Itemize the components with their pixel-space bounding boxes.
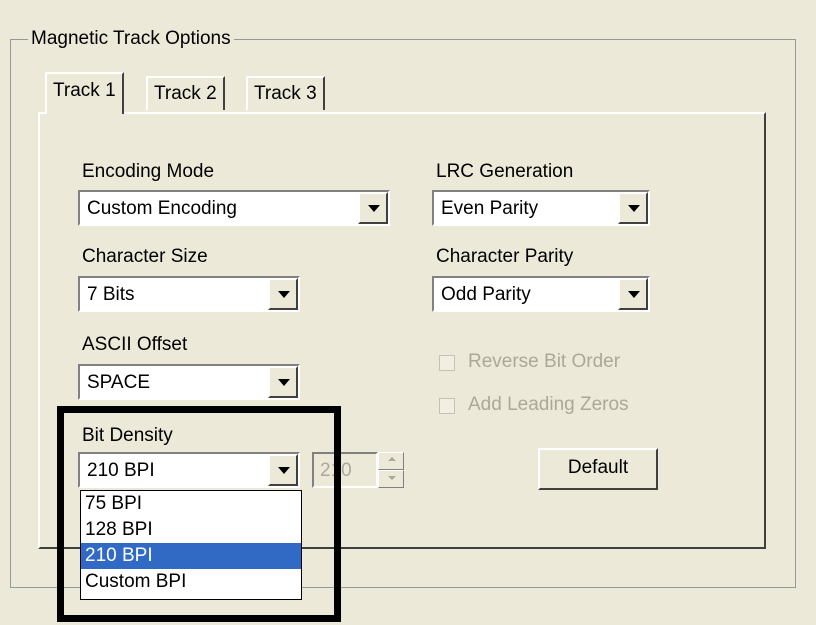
bit-density-dropdown-button[interactable] [268,454,298,486]
chevron-down-icon [278,467,290,474]
bit-density-value: 210 BPI [87,460,155,481]
reverse-bit-order-label: Reverse Bit Order [468,351,621,372]
default-button[interactable]: Default [538,448,658,490]
bpi-spinner-buttons[interactable] [378,452,404,488]
arrow-down-icon [388,476,396,480]
character-size-dropdown-button[interactable] [268,278,298,310]
arrow-up-icon [388,457,396,461]
bit-density-label: Bit Density [82,425,173,446]
group-title: Magnetic Track Options [28,26,234,52]
chevron-down-icon [278,291,290,298]
add-leading-zeros-checkbox[interactable] [439,398,455,414]
chevron-down-icon [628,205,640,212]
encoding-mode-dropdown-button[interactable] [358,192,388,224]
encoding-mode-combo[interactable]: Custom Encoding [78,190,390,226]
spin-down-button[interactable] [378,470,404,488]
ascii-offset-value: SPACE [87,372,151,393]
chevron-down-icon [628,291,640,298]
add-leading-zeros-label: Add Leading Zeros [468,394,629,415]
spin-up-button[interactable] [378,452,404,470]
ascii-offset-combo[interactable]: SPACE [78,364,300,400]
tab-track-2[interactable]: Track 2 [146,76,225,110]
dropdown-option-75-bpi[interactable]: 75 BPI [81,491,301,517]
bit-density-combo[interactable]: 210 BPI [78,452,300,488]
dropdown-option-128-bpi[interactable]: 128 BPI [81,517,301,543]
bpi-spinner-field[interactable]: 210 [312,452,378,488]
ascii-offset-label: ASCII Offset [82,334,188,355]
encoding-mode-label: Encoding Mode [82,161,215,182]
character-parity-combo[interactable]: Odd Parity [432,276,650,312]
character-size-value: 7 Bits [87,284,135,305]
tab-track-1[interactable]: Track 1 [45,72,124,114]
encoding-mode-value: Custom Encoding [87,198,237,219]
character-parity-value: Odd Parity [441,284,531,305]
lrc-generation-label: LRC Generation [436,161,574,182]
bit-density-dropdown-list: 75 BPI 128 BPI 210 BPI Custom BPI [80,490,302,600]
chevron-down-icon [278,379,290,386]
ascii-offset-dropdown-button[interactable] [268,366,298,398]
chevron-down-icon [368,205,380,212]
lrc-generation-combo[interactable]: Even Parity [432,190,650,226]
dropdown-option-custom-bpi[interactable]: Custom BPI [81,569,301,595]
character-parity-label: Character Parity [436,246,574,267]
lrc-generation-value: Even Parity [441,198,539,219]
tab-track-3[interactable]: Track 3 [246,76,325,110]
bpi-spinner-value: 210 [320,460,352,481]
character-parity-dropdown-button[interactable] [618,278,648,310]
dropdown-option-210-bpi[interactable]: 210 BPI [81,543,301,569]
lrc-generation-dropdown-button[interactable] [618,192,648,224]
reverse-bit-order-checkbox[interactable] [439,355,455,371]
character-size-label: Character Size [82,246,208,267]
character-size-combo[interactable]: 7 Bits [78,276,300,312]
